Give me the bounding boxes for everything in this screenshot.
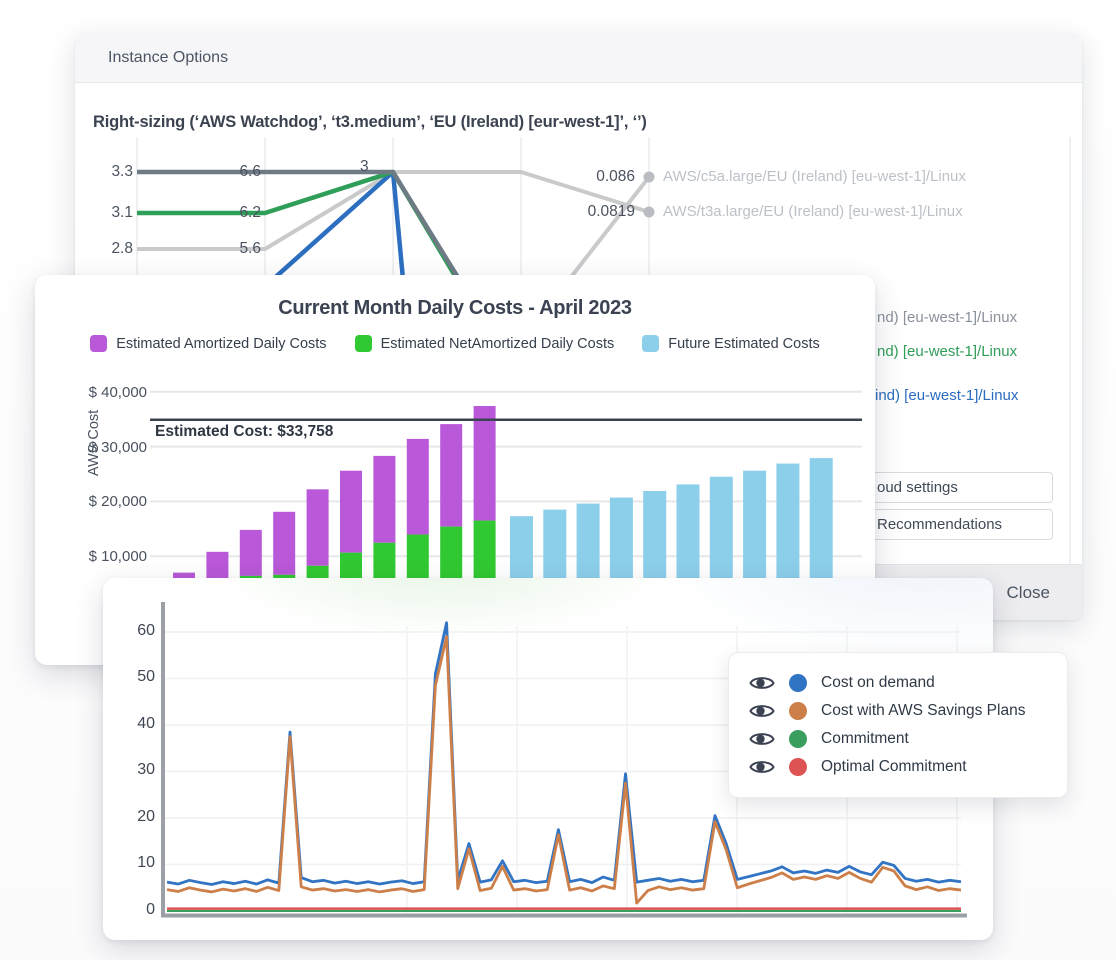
- par-axis1-tick: 3.1: [95, 204, 133, 222]
- eye-visibility-icon[interactable]: [749, 674, 775, 692]
- amortized-cost-bar: [240, 530, 262, 576]
- estimated-cost-label: Estimated Cost: $33,758: [155, 423, 333, 441]
- y-tick: 40: [121, 715, 155, 735]
- par-axis3-tick: 3: [360, 158, 380, 176]
- y-tick: $ 10,000: [55, 548, 147, 566]
- par-axis2-tick: 6.6: [223, 163, 261, 181]
- daily-costs-legend: Estimated Amortized Daily Costs Estimated…: [35, 335, 875, 352]
- right-sizing-title: Right-sizing (‘AWS Watchdog’, ‘t3.medium…: [93, 113, 647, 132]
- legend-series-label: Cost on demand: [821, 674, 935, 692]
- y-tick: 0: [121, 901, 155, 921]
- legend-swatch: [90, 335, 107, 352]
- legend-toggle-row[interactable]: Cost with AWS Savings Plans: [749, 702, 1067, 720]
- y-tick: 50: [121, 668, 155, 688]
- amortized-cost-bar: [307, 489, 329, 565]
- legend-toggle-row[interactable]: Cost on demand: [749, 674, 1067, 692]
- instance-option-label-partial: nd) [eu-west-1]/Linux: [877, 309, 1017, 326]
- legend-label: Estimated NetAmortized Daily Costs: [381, 336, 615, 352]
- par-axis1-tick: 2.8: [95, 240, 133, 258]
- y-tick: $ 20,000: [55, 493, 147, 511]
- instance-option-label-partial: nd) [eu-west-1]/Linux: [877, 343, 1017, 360]
- legend-toggle-row[interactable]: Optimal Commitment: [749, 758, 1067, 776]
- modal-header-title: Instance Options: [108, 49, 228, 67]
- instance-option-label-partial: ind) [eu-west-1]/Linux: [875, 387, 1018, 404]
- legend-series-dot: [789, 702, 807, 720]
- y-tick: $ 40,000: [55, 384, 147, 402]
- modal-header: Instance Options: [75, 33, 1082, 83]
- par-axis1-tick: 3.3: [95, 163, 133, 181]
- legend-series-dot: [789, 730, 807, 748]
- legend-swatch: [642, 335, 659, 352]
- par-axis2-tick: 6.2: [223, 204, 261, 222]
- cost-line-chart-card: 60 50 40 30 20 10 0 Cost on demandCost w…: [103, 578, 993, 940]
- amortized-cost-bar: [373, 456, 395, 543]
- close-button[interactable]: Close: [1007, 583, 1050, 603]
- par-endpoint-dot: [644, 207, 655, 218]
- daily-costs-title: Current Month Daily Costs - April 2023: [35, 297, 875, 320]
- y-tick: 60: [121, 622, 155, 642]
- legend-series-label: Optimal Commitment: [821, 758, 967, 776]
- y-tick: 10: [121, 854, 155, 874]
- amortized-cost-bar: [474, 406, 496, 521]
- y-tick: 20: [121, 808, 155, 828]
- par-endpoint-dot: [644, 172, 655, 183]
- y-tick: $ 30,000: [55, 439, 147, 457]
- par-price-tick: 0.0819: [537, 203, 635, 221]
- instance-option-label: AWS/c5a.large/EU (Ireland) [eu-west-1]/L…: [663, 168, 966, 185]
- amortized-cost-bar: [407, 439, 429, 535]
- par-price-tick: 0.086: [545, 168, 635, 186]
- legend-series-dot: [789, 758, 807, 776]
- legend-label: Estimated Amortized Daily Costs: [116, 336, 326, 352]
- legend-series-dot: [789, 674, 807, 692]
- instance-option-label: AWS/t3a.large/EU (Ireland) [eu-west-1]/L…: [663, 203, 963, 220]
- legend-label: Future Estimated Costs: [668, 336, 820, 352]
- amortized-cost-bar: [273, 512, 295, 575]
- eye-visibility-icon[interactable]: [749, 758, 775, 776]
- legend-series-label: Commitment: [821, 730, 909, 748]
- legend-item: Future Estimated Costs: [642, 335, 820, 352]
- legend-toggle-row[interactable]: Commitment: [749, 730, 1067, 748]
- par-axis2-tick: 5.6: [223, 240, 261, 258]
- amortized-cost-bar: [440, 424, 462, 526]
- legend-item: Estimated NetAmortized Daily Costs: [355, 335, 615, 352]
- legend-item: Estimated Amortized Daily Costs: [90, 335, 326, 352]
- legend-swatch: [355, 335, 372, 352]
- eye-visibility-icon[interactable]: [749, 702, 775, 720]
- y-tick: 30: [121, 761, 155, 781]
- cost-line-legend: Cost on demand Cost with AWS Savings Plan…: [728, 652, 1068, 798]
- amortized-cost-bar: [340, 471, 362, 553]
- legend-series-label: Cost with AWS Savings Plans: [821, 702, 1025, 720]
- eye-visibility-icon[interactable]: [749, 730, 775, 748]
